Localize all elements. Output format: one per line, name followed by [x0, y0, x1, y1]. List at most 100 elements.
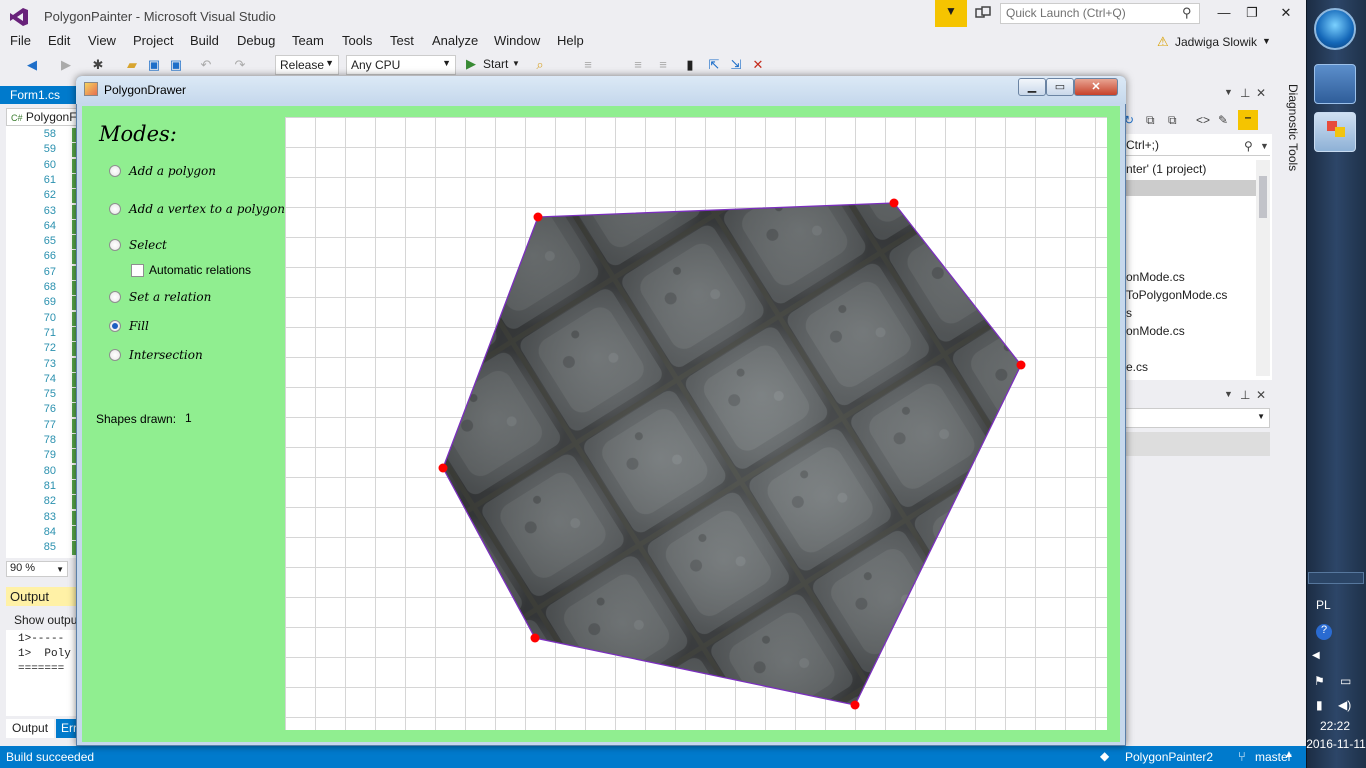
solution-platform-select[interactable]: Any CPU ▼: [346, 55, 456, 75]
back-icon[interactable]: ◀: [24, 57, 40, 73]
step-icon[interactable]: ≡: [580, 57, 596, 73]
start-icon[interactable]: ▶: [466, 56, 476, 72]
minimize-button[interactable]: ▁: [1018, 78, 1046, 96]
minimize-button[interactable]: —: [1212, 5, 1236, 23]
notification-icon[interactable]: ▭: [1340, 674, 1351, 688]
uncomment-icon[interactable]: ≡: [655, 57, 671, 73]
chevron-down-icon[interactable]: ▼: [512, 59, 520, 68]
solution-item[interactable]: nter' (1 project): [1126, 162, 1206, 176]
mode-set-relation-label[interactable]: Set a relation: [129, 290, 211, 304]
collapse-all-icon[interactable]: ⧉: [1146, 113, 1155, 128]
search-icon[interactable]: ⚲: [1244, 139, 1253, 153]
start-button[interactable]: [1314, 8, 1356, 50]
preview-toggle-icon[interactable]: –: [1238, 110, 1258, 130]
mode-select-label[interactable]: Select: [129, 238, 167, 252]
chevron-down-icon[interactable]: ▼: [1260, 141, 1269, 151]
mode-add-polygon-radio[interactable]: [109, 165, 121, 177]
user-account[interactable]: Jadwiga Slowik: [1175, 35, 1257, 49]
forward-icon[interactable]: ▶: [58, 57, 74, 73]
save-icon[interactable]: ▣: [146, 57, 162, 73]
properties-wrench-icon[interactable]: ✎: [1218, 113, 1228, 127]
show-hidden-icons[interactable]: ◀: [1312, 650, 1320, 661]
search-icon[interactable]: ⚲: [1182, 5, 1192, 21]
properties-row[interactable]: [1124, 432, 1270, 456]
clock-time[interactable]: 22:22: [1320, 719, 1350, 733]
mode-set-relation-radio[interactable]: [109, 291, 121, 303]
diagnostic-tools-tab[interactable]: Diagnostic Tools: [1276, 84, 1300, 184]
mode-add-vertex-label[interactable]: Add a vertex to a polygon: [129, 202, 285, 216]
mode-intersection-label[interactable]: Intersection: [129, 348, 203, 362]
publish-icon[interactable]: ▲: [1284, 749, 1294, 760]
solution-item[interactable]: onMode.cs: [1126, 270, 1185, 284]
solution-item[interactable]: s: [1126, 306, 1132, 320]
class-navigation-select[interactable]: C# PolygonF: [6, 108, 82, 126]
menu-test[interactable]: Test: [390, 33, 414, 48]
comment-icon[interactable]: ≡: [630, 57, 646, 73]
solution-item[interactable]: onMode.cs: [1126, 324, 1185, 338]
clear-bookmarks-icon[interactable]: ✕: [750, 57, 766, 73]
properties-object-select[interactable]: ▼: [1124, 408, 1270, 428]
volume-icon[interactable]: ◀): [1338, 698, 1351, 712]
close-button[interactable]: ✕: [1274, 5, 1298, 23]
repository-name[interactable]: PolygonPainter2: [1125, 750, 1213, 764]
taskbar-app-polygondrawer[interactable]: [1314, 112, 1356, 152]
polygon-drawer-title-bar[interactable]: [76, 76, 1126, 104]
mode-add-polygon-label[interactable]: Add a polygon: [129, 164, 216, 178]
taskbar-app-photos[interactable]: [1314, 64, 1356, 104]
mode-fill-radio[interactable]: [109, 320, 121, 332]
chevron-down-icon[interactable]: ▼: [1224, 87, 1233, 97]
menu-project[interactable]: Project: [133, 33, 173, 48]
warning-icon[interactable]: ⚠: [1157, 34, 1169, 50]
start-button[interactable]: Start: [483, 57, 508, 71]
pin-icon[interactable]: ⊥: [1240, 388, 1250, 402]
mode-intersection-radio[interactable]: [109, 349, 121, 361]
menu-tools[interactable]: Tools: [342, 33, 372, 48]
input-language[interactable]: PL: [1316, 598, 1331, 612]
mode-fill-label[interactable]: Fill: [129, 319, 149, 333]
mode-add-vertex-radio[interactable]: [109, 203, 121, 215]
save-all-icon[interactable]: ▣: [168, 57, 184, 73]
pin-icon[interactable]: ⊥: [1240, 86, 1250, 100]
menu-team[interactable]: Team: [292, 33, 324, 48]
menu-help[interactable]: Help: [557, 33, 584, 48]
mode-select-radio[interactable]: [109, 239, 121, 251]
find-in-files-icon[interactable]: ⌕: [532, 57, 548, 73]
redo-icon[interactable]: ↷: [232, 57, 248, 73]
solution-selected-row[interactable]: [1124, 180, 1256, 196]
next-bookmark-icon[interactable]: ⇲: [728, 57, 744, 73]
menu-analyze[interactable]: Analyze: [432, 33, 478, 48]
drawing-canvas[interactable]: [285, 117, 1107, 730]
menu-file[interactable]: File: [10, 33, 31, 48]
network-icon[interactable]: ▮: [1316, 698, 1323, 712]
solution-item[interactable]: e.cs: [1126, 360, 1148, 374]
new-project-icon[interactable]: ✱: [90, 57, 106, 73]
scrollbar-thumb[interactable]: [1259, 176, 1267, 218]
solution-item[interactable]: ToPolygonMode.cs: [1126, 288, 1227, 302]
menu-edit[interactable]: Edit: [48, 33, 70, 48]
action-center-icon[interactable]: ⚑: [1314, 674, 1325, 688]
maximize-button[interactable]: ▭: [1046, 78, 1074, 96]
tab-output[interactable]: Output: [6, 719, 54, 738]
chevron-down-icon[interactable]: ▼: [1224, 389, 1233, 399]
notifications-filter-icon[interactable]: ▼: [935, 0, 967, 27]
automatic-relations-checkbox[interactable]: [131, 264, 144, 277]
menu-view[interactable]: View: [88, 33, 116, 48]
menu-window[interactable]: Window: [494, 33, 540, 48]
open-folder-icon[interactable]: ▰: [124, 57, 140, 73]
close-icon[interactable]: ✕: [1256, 388, 1266, 402]
clock-date[interactable]: 2016-11-11: [1306, 737, 1366, 751]
zoom-select[interactable]: 90 % ▼: [6, 561, 68, 577]
prev-bookmark-icon[interactable]: ⇱: [706, 57, 722, 73]
quick-launch-input[interactable]: Quick Launch (Ctrl+Q): [1000, 3, 1200, 24]
bookmark-icon[interactable]: ▮: [682, 57, 698, 73]
close-button[interactable]: ✕: [1074, 78, 1118, 96]
solution-configuration-select[interactable]: Release ▼: [275, 55, 339, 75]
tab-form1-cs[interactable]: Form1.cs: [0, 86, 80, 104]
chevron-down-icon[interactable]: ▼: [1262, 36, 1271, 46]
menu-build[interactable]: Build: [190, 33, 219, 48]
view-code-icon[interactable]: <>: [1196, 113, 1210, 127]
taskbar-scroll-buttons[interactable]: [1308, 572, 1364, 584]
feedback-icon[interactable]: [974, 5, 992, 23]
close-icon[interactable]: ✕: [1256, 86, 1266, 100]
undo-icon[interactable]: ↶: [198, 57, 214, 73]
